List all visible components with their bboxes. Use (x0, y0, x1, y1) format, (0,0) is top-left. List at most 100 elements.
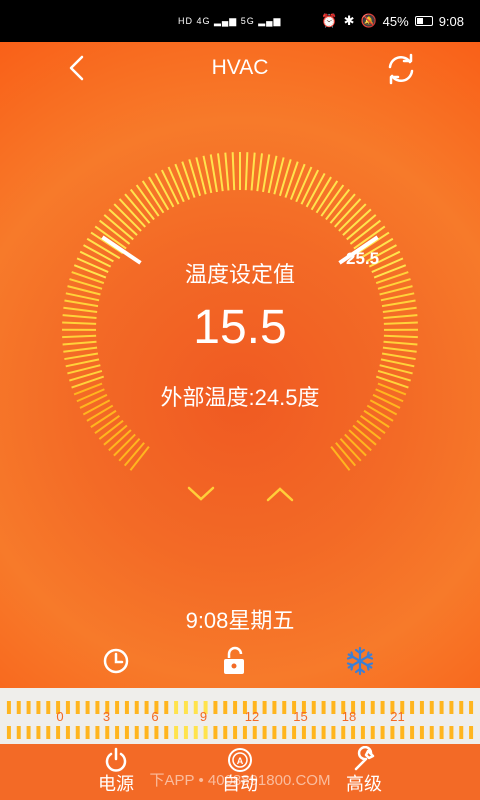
timeline-slot (105, 726, 110, 739)
timeline-slot (449, 726, 454, 739)
timeline-slot (380, 701, 385, 714)
timeline-slot (56, 726, 61, 739)
timeline-slot (321, 701, 326, 714)
timeline-slot (164, 701, 169, 714)
timeline-slot (16, 701, 21, 714)
outside-temperature: 外部温度:24.5度 (160, 385, 320, 410)
timeline-slot (213, 726, 218, 739)
timeline-slot (46, 726, 51, 739)
timeline-hour-label: 12 (245, 709, 259, 724)
timeline-slot (469, 701, 474, 714)
dial-tick (380, 358, 415, 368)
chevron-down-icon (187, 486, 215, 501)
timeline-slot (360, 726, 365, 739)
dial-tick (256, 153, 263, 192)
timeline-slot (144, 701, 149, 714)
timeline-slot (469, 726, 474, 739)
timeline-slot (282, 726, 287, 739)
timeline-slot (203, 726, 208, 739)
timeline-slot (410, 726, 415, 739)
dial-tick (262, 154, 271, 193)
timeline-slot (95, 726, 100, 739)
timeline-slot (26, 701, 31, 714)
dial-tick (113, 433, 136, 457)
timeline-slot (380, 726, 385, 739)
timeline-slot (193, 701, 198, 714)
timeline-slot (233, 701, 238, 714)
datetime: 9:08星期五 (185, 608, 295, 633)
dial-tick (335, 442, 357, 467)
timeline-chart: 0 3 6 9 12 15 18 21 (6, 701, 474, 739)
timeline-hour-label: 9 (200, 709, 207, 724)
dial-tick (103, 424, 128, 446)
timeline-slot (419, 726, 424, 739)
dial-tick (217, 153, 224, 192)
timeline-hour-label: 21 (390, 709, 404, 724)
dial-tick (250, 152, 256, 191)
dial-tick (94, 414, 120, 435)
timeline-slot (262, 701, 267, 714)
timeline-slot (213, 701, 218, 714)
schedule-button[interactable] (100, 645, 132, 677)
timeline-slot (154, 726, 159, 739)
setpoint-value: 15.5 (193, 301, 287, 354)
timeline-hour-label: 18 (342, 709, 356, 724)
svg-text:A: A (237, 756, 244, 766)
timeline-slot (311, 726, 316, 739)
dial-tick (90, 409, 117, 428)
timeline-slot (282, 701, 287, 714)
timeline-slot (115, 726, 120, 739)
dial-tick (129, 446, 150, 471)
snowflake-icon (346, 646, 374, 676)
schedule-timeline[interactable]: 0 3 6 9 12 15 18 21 (0, 688, 480, 744)
timeline-slot (301, 726, 306, 739)
dial-tick (108, 429, 132, 452)
timeline-slot (262, 726, 267, 739)
dial-tick (167, 166, 185, 203)
timeline-slot (46, 701, 51, 714)
timeline-slot (233, 726, 238, 739)
timeline-hour-label: 0 (56, 709, 63, 724)
timeline-slot (341, 726, 346, 739)
timeline-slot (223, 726, 228, 739)
timeline-slot (36, 726, 41, 739)
cooling-mode-button[interactable] (344, 645, 376, 677)
timeline-slot (16, 726, 21, 739)
timeline-slot (449, 701, 454, 714)
timeline-slot (75, 701, 80, 714)
timeline-slot (193, 726, 198, 739)
dial-tick (344, 433, 367, 457)
timeline-slot (124, 701, 129, 714)
dial-tick (244, 152, 249, 191)
timeline-slot (85, 726, 90, 739)
dial-tick (209, 154, 218, 193)
timeline-slot (360, 701, 365, 714)
timeline-slot (164, 726, 169, 739)
timeline-hour-label: 6 (151, 709, 158, 724)
timeline-slot (351, 726, 356, 739)
timeline-slot (174, 726, 179, 739)
timeline-hour-label: 15 (293, 709, 307, 724)
timeline-slot (6, 726, 11, 739)
dial-tick (360, 414, 386, 435)
lock-button[interactable] (220, 645, 252, 677)
dial-tick (363, 409, 390, 428)
timeline-slot (331, 726, 336, 739)
max-marker-label: 25.5 (346, 249, 380, 268)
timeline-slot (134, 701, 139, 714)
decrease-temperature-button[interactable] (185, 484, 217, 504)
timeline-slot (370, 726, 375, 739)
timeline-slot (439, 701, 444, 714)
timeline-slot (331, 701, 336, 714)
dial-tick (356, 419, 382, 440)
chevron-up-icon (266, 487, 294, 502)
increase-temperature-button[interactable] (264, 484, 296, 504)
timeline-slot (292, 726, 297, 739)
dial-tick (348, 429, 372, 452)
timeline-slot (36, 701, 41, 714)
timeline-slot (459, 701, 464, 714)
dial-tick (289, 163, 306, 200)
timeline-slot (370, 701, 375, 714)
timeline-slot (115, 701, 120, 714)
dial-tick (98, 419, 124, 440)
